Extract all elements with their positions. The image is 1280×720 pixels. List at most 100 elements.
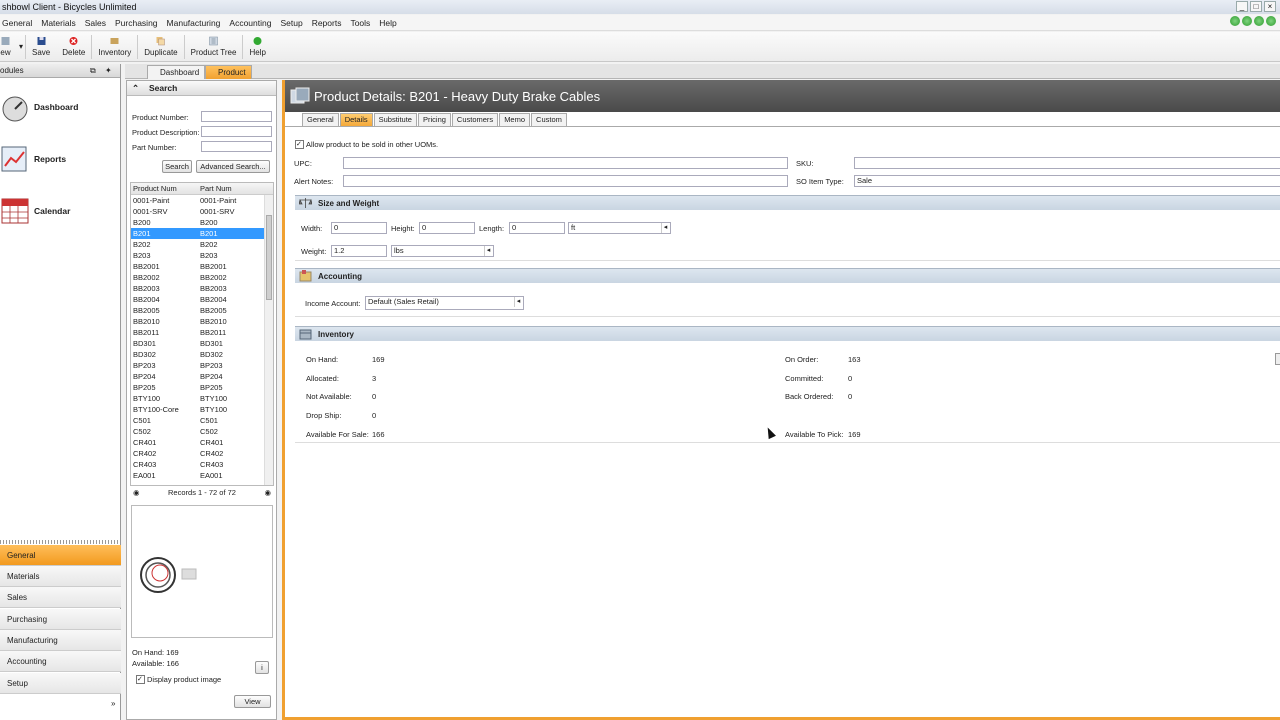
subtab-details[interactable]: Details [339,113,373,126]
subtab-custom[interactable]: Custom [531,113,567,126]
dimension-unit-select[interactable]: ft ◂ [568,222,671,234]
size-weight-section[interactable]: Size and Weight [295,195,1280,210]
menu-general[interactable]: General [2,15,32,30]
table-row[interactable]: BD301 BD301 [131,338,273,349]
accounting-section[interactable]: Accounting [295,268,1280,283]
table-row[interactable]: BB2005 BB2005 [131,305,273,316]
sidenav-materials[interactable]: Materials [0,566,121,587]
alert-notes-input[interactable] [343,175,788,187]
table-row[interactable]: BB2010 BB2010 [131,316,273,327]
height-input[interactable]: 0 [419,222,475,234]
allow-uom-checkbox[interactable]: ✓ [295,140,304,149]
menu-reports[interactable]: Reports [312,15,342,30]
next-page-icon[interactable]: ◉ [264,486,271,500]
table-row[interactable]: BP204 BP204 [131,371,273,382]
subtab-memo[interactable]: Memo [499,113,531,126]
tab-dashboard[interactable]: Dashboard [147,65,206,79]
length-input[interactable]: 0 [509,222,565,234]
sidenav-accounting[interactable]: Accounting [0,651,121,672]
close-button[interactable]: × [1264,1,1276,12]
sku-input[interactable] [854,157,1280,169]
maximize-button[interactable]: □ [1250,1,1262,12]
table-row[interactable]: CR402 CR402 [131,448,273,459]
home-icon[interactable] [1266,16,1276,26]
table-row[interactable]: B203 B203 [131,250,273,261]
sidenav-manufacturing[interactable]: Manufacturing [0,630,121,651]
table-row[interactable]: 0001-Paint 0001-Paint [131,195,273,206]
display-image-checkbox[interactable]: ✓ [136,675,145,684]
product-number-input[interactable] [201,111,272,122]
splitter-grip[interactable] [0,540,121,544]
table-row[interactable]: BD302 BD302 [131,349,273,360]
subtab-pricing[interactable]: Pricing [417,113,451,126]
menu-accounting[interactable]: Accounting [229,15,271,30]
income-account-select[interactable]: Default (Sales Retail) ◂ [365,296,524,310]
inventory-button[interactable]: Inventory [92,32,137,61]
so-item-type-select[interactable]: Sale [854,175,1280,187]
menu-manufacturing[interactable]: Manufacturing [167,15,221,30]
refresh-icon[interactable] [1254,16,1264,26]
float-icon[interactable]: ⧉ [90,64,96,78]
menu-sales[interactable]: Sales [85,15,106,30]
menu-materials[interactable]: Materials [41,15,75,30]
width-input[interactable]: 0 [331,222,387,234]
inventory-section[interactable]: Inventory [295,326,1280,341]
product-description-input[interactable] [201,126,272,137]
table-row[interactable]: BB2004 BB2004 [131,294,273,305]
tab-product[interactable]: Product [205,65,252,79]
table-row[interactable]: BB2003 BB2003 [131,283,273,294]
module-calendar[interactable]: Calendar [0,196,70,226]
menu-purchasing[interactable]: Purchasing [115,15,158,30]
help-button[interactable]: Help [243,32,271,61]
sidenav-purchasing[interactable]: Purchasing [0,609,121,630]
scrollbar-thumb[interactable] [266,215,272,300]
pin-icon[interactable]: ✦ [105,64,112,78]
minimize-button[interactable]: _ [1236,1,1248,12]
table-row[interactable]: BB2001 BB2001 [131,261,273,272]
table-row[interactable]: BTY100-Core BTY100 [131,404,273,415]
sidenav-sales[interactable]: Sales [0,587,121,608]
table-row[interactable]: BB2002 BB2002 [131,272,273,283]
table-row[interactable]: BP205 BP205 [131,382,273,393]
collapse-icon[interactable]: ⌃ [132,81,139,96]
table-row[interactable]: B200 B200 [131,217,273,228]
delete-button[interactable]: Delete [56,32,91,61]
table-row[interactable]: BTY100 BTY100 [131,393,273,404]
weight-input[interactable]: 1.2 [331,245,387,257]
new-dropdown-button[interactable]: ▾ [17,32,25,61]
prev-page-icon[interactable]: ◉ [133,486,140,500]
duplicate-button[interactable]: Duplicate [138,32,183,61]
subtab-general[interactable]: General [302,113,339,126]
advanced-search-button[interactable]: Advanced Search... [196,160,270,173]
module-dashboard[interactable]: Dashboard [0,92,78,122]
new-button[interactable]: ew [0,32,17,61]
part-number-input[interactable] [201,141,272,152]
table-row[interactable]: CR401 CR401 [131,437,273,448]
product-tree-button[interactable]: Product Tree [185,32,243,61]
menu-tools[interactable]: Tools [350,15,370,30]
info-button[interactable]: i [255,661,269,674]
table-row[interactable]: B202 B202 [131,239,273,250]
menu-setup[interactable]: Setup [280,15,302,30]
view-button[interactable]: View [234,695,271,708]
save-button[interactable]: Save [26,32,56,61]
menu-help[interactable]: Help [379,15,396,30]
upc-input[interactable] [343,157,788,169]
table-row[interactable]: B201 B201 [131,228,273,239]
grid-scrollbar[interactable] [264,195,273,485]
table-row[interactable]: C501 C501 [131,415,273,426]
table-row[interactable]: BB2011 BB2011 [131,327,273,338]
table-row[interactable]: 0001-SRV 0001-SRV [131,206,273,217]
subtab-substitute[interactable]: Substitute [373,113,417,126]
weight-unit-select[interactable]: lbs ◂ [391,245,494,257]
forward-icon[interactable] [1242,16,1252,26]
table-row[interactable]: BP203 BP203 [131,360,273,371]
table-row[interactable]: EA001 EA001 [131,470,273,481]
table-row[interactable]: CR403 CR403 [131,459,273,470]
table-row[interactable]: C502 C502 [131,426,273,437]
module-reports[interactable]: Reports [0,144,66,174]
sidenav-setup[interactable]: Setup [0,673,121,694]
sidenav-expand-icon[interactable]: » [111,699,115,708]
search-button[interactable]: Search [162,160,192,173]
col-part-num[interactable]: Part Num [200,183,232,195]
